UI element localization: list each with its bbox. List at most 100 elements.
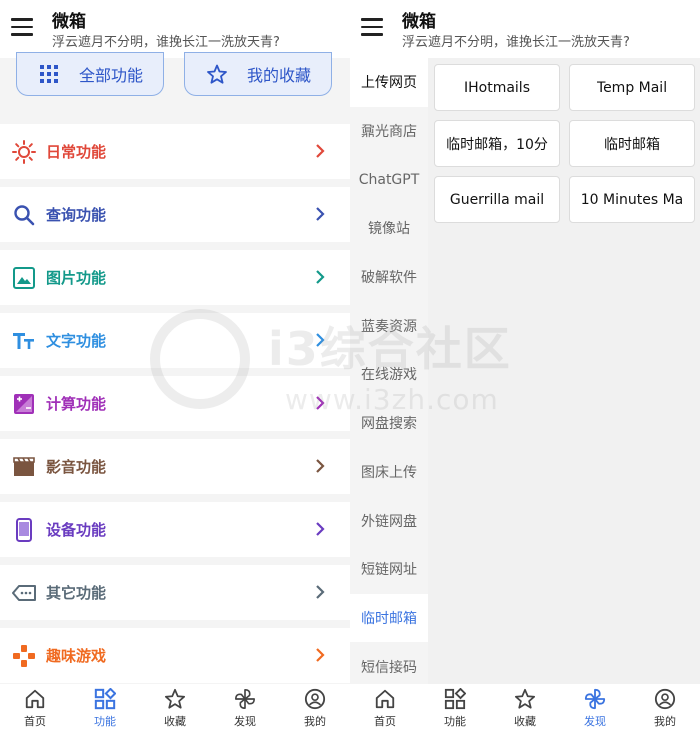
all-functions-label: 全部功能 xyxy=(79,66,144,85)
site-chip-label: IHotmails xyxy=(463,79,530,96)
nav-discover[interactable]: 发现 xyxy=(210,684,280,732)
pinwheel-icon xyxy=(235,689,255,709)
image-icon xyxy=(13,267,35,289)
menu-icon[interactable] xyxy=(11,18,33,38)
all-functions-button[interactable]: 全部功能 xyxy=(16,52,164,96)
app-bar: 微箱 浮云遮月不分明，谁挽长江一洗放天青? xyxy=(350,0,700,58)
category-calculate[interactable]: 计算功能 xyxy=(0,376,350,431)
chevron-right-icon xyxy=(316,648,325,662)
sidebar-item-online-games[interactable]: 在线游戏 xyxy=(350,350,428,399)
sidebar-item-lanzou-resources[interactable]: 蓝奏资源 xyxy=(350,301,428,350)
tag-icon xyxy=(12,585,36,601)
text-icon xyxy=(13,333,34,349)
app-title: 微箱 xyxy=(52,12,86,32)
sidebar-item-netdisk-search[interactable]: 网盘搜索 xyxy=(350,399,428,448)
chevron-right-icon xyxy=(316,333,325,347)
sidebar-item-external-netdisk[interactable]: 外链网盘 xyxy=(350,496,428,545)
category-list: 日常功能 查询功能 图片功能 文字功能 计算功能 影音功能 设备功能 其它功能 … xyxy=(0,124,350,691)
category-media[interactable]: 影音功能 xyxy=(0,439,350,494)
app-subtitle: 浮云遮月不分明，谁挽长江一洗放天青? xyxy=(52,35,280,50)
category-daily[interactable]: 日常功能 xyxy=(0,124,350,179)
nav-label: 我的 xyxy=(304,715,326,728)
sidebar-item-upload-webpage[interactable]: 上传网页 xyxy=(350,58,428,107)
nav-label: 收藏 xyxy=(514,715,536,728)
functions-screen: 微箱 浮云遮月不分明，谁挽长江一洗放天青? 全部功能 我的收藏 日常功能 查询功… xyxy=(0,0,350,732)
nav-favorites[interactable]: 收藏 xyxy=(490,684,560,732)
sidebar-item-image-hosting[interactable]: 图床上传 xyxy=(350,448,428,497)
site-chip[interactable]: 临时邮箱 xyxy=(569,120,695,167)
nav-favorites[interactable]: 收藏 xyxy=(140,684,210,732)
nav-label: 我的 xyxy=(654,715,676,728)
my-favorites-button[interactable]: 我的收藏 xyxy=(184,52,332,96)
site-chip-label: 临时邮箱，10分 xyxy=(446,136,548,153)
nav-home[interactable]: 首页 xyxy=(0,684,70,732)
category-image[interactable]: 图片功能 xyxy=(0,250,350,305)
app-subtitle: 浮云遮月不分明，谁挽长江一洗放天青? xyxy=(402,35,630,50)
grid-icon xyxy=(40,65,58,83)
category-label: 设备功能 xyxy=(46,521,107,539)
category-label: 查询功能 xyxy=(46,206,107,224)
quick-actions: 全部功能 我的收藏 xyxy=(0,52,350,116)
discover-screen: 微箱 浮云遮月不分明，谁挽长江一洗放天青? 上传网页 鼐光商店 ChatGPT … xyxy=(350,0,700,732)
sidebar-item-store[interactable]: 鼐光商店 xyxy=(350,107,428,156)
nav-profile[interactable]: 我的 xyxy=(280,684,350,732)
profile-icon xyxy=(304,688,326,710)
home-icon xyxy=(375,689,395,709)
app-title: 微箱 xyxy=(402,12,436,32)
app-bar: 微箱 浮云遮月不分明，谁挽长江一洗放天青? xyxy=(0,0,350,58)
sidebar-item-temp-email[interactable]: 临时邮箱 xyxy=(350,593,428,643)
nav-label: 功能 xyxy=(444,715,466,728)
nav-home[interactable]: 首页 xyxy=(350,684,420,732)
discover-sidebar: 上传网页 鼐光商店 ChatGPT 镜像站 破解软件 蓝奏资源 在线游戏 网盘搜… xyxy=(350,58,428,684)
category-label: 日常功能 xyxy=(46,143,107,161)
chevron-right-icon xyxy=(316,270,325,284)
search-icon xyxy=(14,205,35,226)
pinwheel-icon xyxy=(584,688,606,710)
site-chip[interactable]: 临时邮箱，10分 xyxy=(434,120,560,167)
menu-icon[interactable] xyxy=(361,18,383,38)
category-label: 文字功能 xyxy=(46,332,107,350)
category-label: 影音功能 xyxy=(46,458,107,476)
site-chip[interactable]: Guerrilla mail xyxy=(434,176,560,223)
chevron-right-icon xyxy=(316,396,325,410)
site-chip[interactable]: Temp Mail xyxy=(569,64,695,111)
category-label: 计算功能 xyxy=(46,395,107,413)
site-chip-label: 10 Minutes Ma xyxy=(580,191,684,208)
category-device[interactable]: 设备功能 xyxy=(0,502,350,557)
chevron-right-icon xyxy=(316,144,325,158)
nav-functions[interactable]: 功能 xyxy=(70,684,140,732)
sidebar-item-cracked-software[interactable]: 破解软件 xyxy=(350,253,428,302)
nav-label: 发现 xyxy=(234,715,256,728)
sidebar-item-chatgpt[interactable]: ChatGPT xyxy=(350,155,428,204)
category-query[interactable]: 查询功能 xyxy=(0,187,350,242)
nav-functions[interactable]: 功能 xyxy=(420,684,490,732)
category-games[interactable]: 趣味游戏 xyxy=(0,628,350,683)
nav-label: 功能 xyxy=(94,715,116,728)
category-other[interactable]: 其它功能 xyxy=(0,565,350,620)
film-icon xyxy=(13,457,35,476)
sidebar-item-mirror-sites[interactable]: 镜像站 xyxy=(350,204,428,253)
nav-label: 首页 xyxy=(24,715,46,728)
chevron-right-icon xyxy=(316,207,325,221)
discover-content: IHotmails Temp Mail 临时邮箱，10分 临时邮箱 Guerri… xyxy=(428,58,700,684)
category-text[interactable]: 文字功能 xyxy=(0,313,350,368)
profile-icon xyxy=(654,688,676,710)
nav-discover[interactable]: 发现 xyxy=(560,684,630,732)
star-icon xyxy=(514,688,536,709)
site-chip-label: Guerrilla mail xyxy=(449,191,545,208)
nav-profile[interactable]: 我的 xyxy=(630,684,700,732)
site-chip[interactable]: 10 Minutes Ma xyxy=(569,176,695,223)
site-chip[interactable]: IHotmails xyxy=(434,64,560,111)
chevron-right-icon xyxy=(316,585,325,599)
apps-icon xyxy=(94,688,116,710)
bottom-nav: 首页 功能 收藏 发现 我的 xyxy=(350,684,700,732)
sun-icon xyxy=(12,140,36,164)
star-icon xyxy=(164,688,186,709)
bottom-nav: 首页 功能 收藏 发现 我的 xyxy=(0,684,350,732)
sidebar-item-short-links[interactable]: 短链网址 xyxy=(350,545,428,594)
nav-label: 首页 xyxy=(374,715,396,728)
site-chip-label: Temp Mail xyxy=(596,79,668,96)
apps-icon xyxy=(444,688,466,710)
phone-icon xyxy=(16,518,32,542)
nav-label: 发现 xyxy=(584,715,606,728)
